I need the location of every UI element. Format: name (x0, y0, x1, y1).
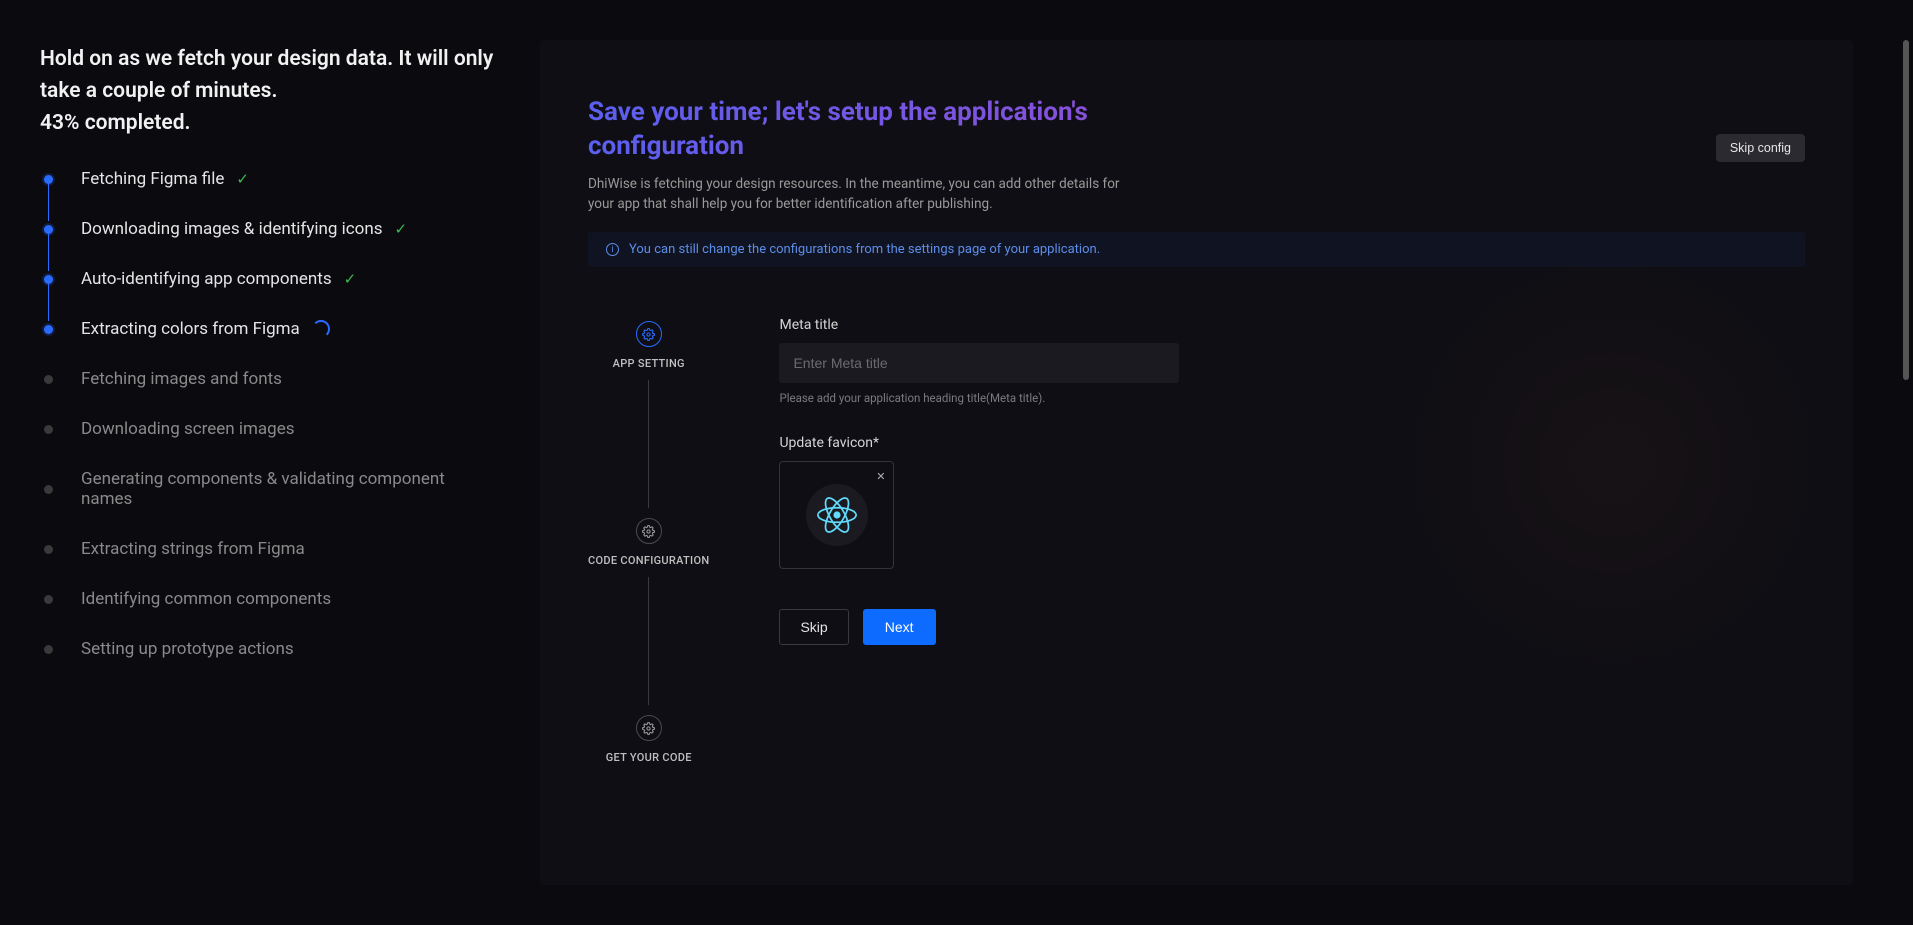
gear-icon (636, 518, 662, 544)
config-step: CODE CONFIGURATION (588, 518, 709, 567)
progress-step: Generating components & validating compo… (44, 469, 500, 509)
step-label: Downloading screen images (81, 419, 295, 439)
check-icon: ✓ (395, 220, 408, 238)
skip-config-button[interactable]: Skip config (1716, 134, 1805, 162)
config-panel: Save your time; let's setup the applicat… (540, 40, 1853, 885)
step-dot (44, 425, 53, 434)
gear-icon (636, 321, 662, 347)
step-dot (44, 645, 53, 654)
step-dot (44, 225, 53, 234)
progress-step: Fetching images and fonts (44, 369, 500, 389)
progress-step: Extracting colors from Figma (44, 319, 500, 339)
meta-title-input[interactable] (779, 343, 1179, 383)
step-dot (44, 325, 53, 334)
meta-title-helper: Please add your application heading titl… (779, 391, 1179, 405)
headline-text: Hold on as we fetch your design data. It… (40, 44, 500, 107)
favicon-preview[interactable]: ✕ (779, 461, 894, 569)
step-dot (44, 375, 53, 384)
skip-button[interactable]: Skip (779, 609, 848, 645)
config-stepper: APP SETTING CODE CONFIGURATION GET YOUR CO… (588, 317, 709, 764)
check-icon: ✓ (236, 170, 249, 188)
favicon-label: Update favicon* (779, 435, 1179, 451)
step-label: Extracting strings from Figma (81, 539, 305, 559)
step-label: Extracting colors from Figma (81, 319, 330, 339)
config-step-label: GET YOUR CODE (606, 751, 692, 764)
step-label: Auto-identifying app components✓ (81, 269, 356, 289)
step-label: Fetching Figma file✓ (81, 169, 249, 189)
progress-step: Downloading images & identifying icons✓ (44, 219, 500, 239)
step-dot (44, 545, 53, 554)
progress-step: Extracting strings from Figma (44, 539, 500, 559)
step-dot (44, 485, 53, 494)
config-step-label: CODE CONFIGURATION (588, 554, 709, 567)
config-step-label: APP SETTING (613, 357, 685, 370)
info-banner: i You can still change the configuration… (588, 232, 1805, 267)
step-label: Downloading images & identifying icons✓ (81, 219, 407, 239)
meta-title-label: Meta title (779, 317, 1179, 333)
check-icon: ✓ (344, 270, 357, 288)
info-icon: i (606, 243, 619, 256)
spinner-icon (312, 320, 330, 338)
progress-step: Setting up prototype actions (44, 639, 500, 659)
progress-percentage: 43% completed. (40, 111, 500, 135)
config-step: APP SETTING (613, 321, 685, 370)
progress-step: Fetching Figma file✓ (44, 169, 500, 189)
step-dot (44, 175, 53, 184)
step-label: Fetching images and fonts (81, 369, 282, 389)
config-title: Save your time; let's setup the applicat… (588, 96, 1148, 164)
close-icon[interactable]: ✕ (874, 468, 887, 485)
progress-step: Identifying common components (44, 589, 500, 609)
step-label: Generating components & validating compo… (81, 469, 500, 509)
progress-step: Downloading screen images (44, 419, 500, 439)
step-label: Identifying common components (81, 589, 331, 609)
progress-step: Auto-identifying app components✓ (44, 269, 500, 289)
config-form: Meta title Please add your application h… (779, 317, 1179, 764)
config-step: GET YOUR CODE (606, 715, 692, 764)
config-subtitle: DhiWise is fetching your design resource… (588, 174, 1148, 215)
next-button[interactable]: Next (863, 609, 936, 645)
step-label: Setting up prototype actions (81, 639, 294, 659)
react-icon (806, 484, 868, 546)
progress-panel: Hold on as we fetch your design data. It… (0, 0, 540, 925)
progress-steps-list: Fetching Figma file✓ Downloading images &… (40, 169, 500, 659)
step-dot (44, 595, 53, 604)
step-dot (44, 275, 53, 284)
gear-icon (636, 715, 662, 741)
info-banner-text: You can still change the configurations … (629, 242, 1100, 257)
